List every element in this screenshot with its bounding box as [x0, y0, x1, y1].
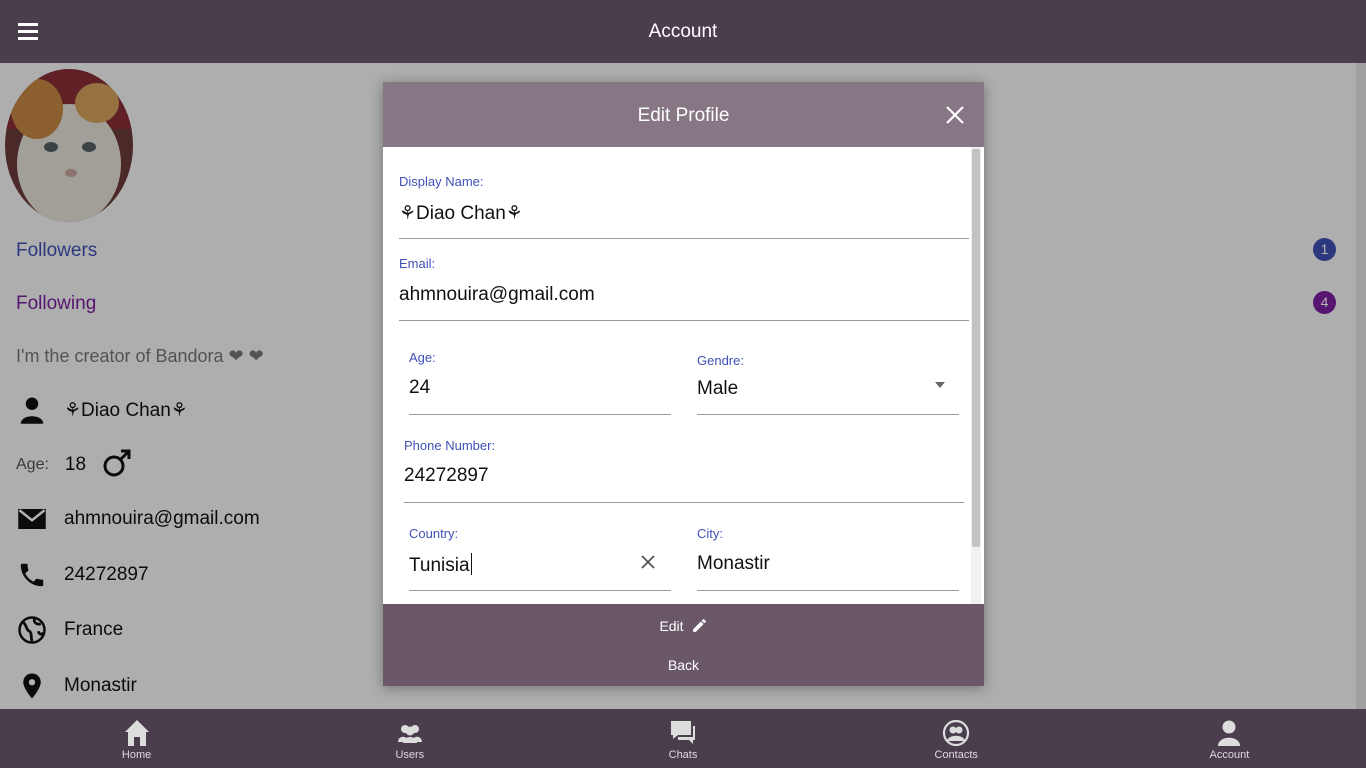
close-icon[interactable] [944, 104, 966, 126]
country-input-text: Tunisia [409, 555, 470, 576]
home-icon [124, 720, 149, 746]
age-input[interactable]: 24 [409, 377, 430, 399]
dropdown-arrow-icon[interactable] [935, 382, 945, 388]
edit-button-label: Edit [659, 617, 684, 634]
nav-users[interactable]: Users [273, 709, 546, 768]
phone-input[interactable]: 24272897 [404, 465, 489, 487]
email-label: Email: [399, 256, 436, 271]
clear-icon[interactable] [640, 554, 656, 570]
age-field-label: Age: [409, 350, 436, 365]
nav-chats[interactable]: Chats [546, 709, 819, 768]
nav-account[interactable]: Account [1093, 709, 1366, 768]
nav-users-label: Users [395, 749, 425, 761]
display-name-field[interactable]: Display Name: ⚘Diao Chan⚘ [399, 174, 969, 239]
city-field[interactable]: City: Monastir [697, 526, 959, 591]
bottom-navigation: Home Users Chats Contacts Account [0, 709, 1366, 768]
gender-selected-value[interactable]: Male [697, 378, 738, 400]
nav-contacts[interactable]: Contacts [820, 709, 1093, 768]
dialog-footer: Edit Back [383, 604, 984, 686]
page-title: Account [648, 21, 718, 42]
top-app-bar: Account [0, 0, 1366, 63]
contacts-icon [943, 719, 970, 747]
back-button[interactable]: Back [383, 657, 984, 673]
nav-chats-label: Chats [668, 749, 698, 761]
dialog-title: Edit Profile [637, 105, 730, 126]
dialog-scrollbar[interactable] [971, 147, 981, 604]
city-input[interactable]: Monastir [697, 553, 770, 575]
phone-label: Phone Number: [404, 438, 496, 453]
country-field[interactable]: Country: Tunisia [409, 526, 671, 591]
country-input[interactable]: Tunisia [409, 553, 473, 577]
text-cursor [470, 553, 473, 575]
nav-account-label: Account [1209, 749, 1250, 761]
city-label: City: [697, 526, 723, 541]
email-input[interactable]: ahmnouira@gmail.com [399, 284, 595, 306]
users-icon [397, 725, 422, 743]
age-field[interactable]: Age: 24 [409, 350, 671, 415]
dialog-form: Display Name: ⚘Diao Chan⚘ Email: ahmnoui… [383, 147, 984, 604]
display-name-label: Display Name: [399, 174, 484, 189]
dialog-scrollbar-thumb[interactable] [972, 149, 980, 547]
gender-label: Gendre: [697, 353, 744, 368]
nav-home[interactable]: Home [0, 709, 273, 768]
email-field[interactable]: Email: ahmnouira@gmail.com [399, 256, 969, 321]
nav-contacts-label: Contacts [934, 749, 978, 761]
nav-home-label: Home [121, 749, 152, 761]
display-name-input[interactable]: ⚘Diao Chan⚘ [399, 202, 523, 225]
edit-profile-dialog: Edit Profile Display Name: ⚘Diao Chan⚘ E… [383, 82, 984, 686]
account-icon [1218, 720, 1241, 746]
country-label: Country: [409, 526, 459, 541]
gender-select[interactable]: Gendre: Male [697, 353, 959, 415]
dialog-header: Edit Profile [383, 82, 984, 147]
pencil-icon [692, 619, 706, 632]
chats-icon [671, 721, 695, 744]
phone-field[interactable]: Phone Number: 24272897 [404, 438, 964, 503]
edit-button[interactable]: Edit [383, 617, 984, 634]
